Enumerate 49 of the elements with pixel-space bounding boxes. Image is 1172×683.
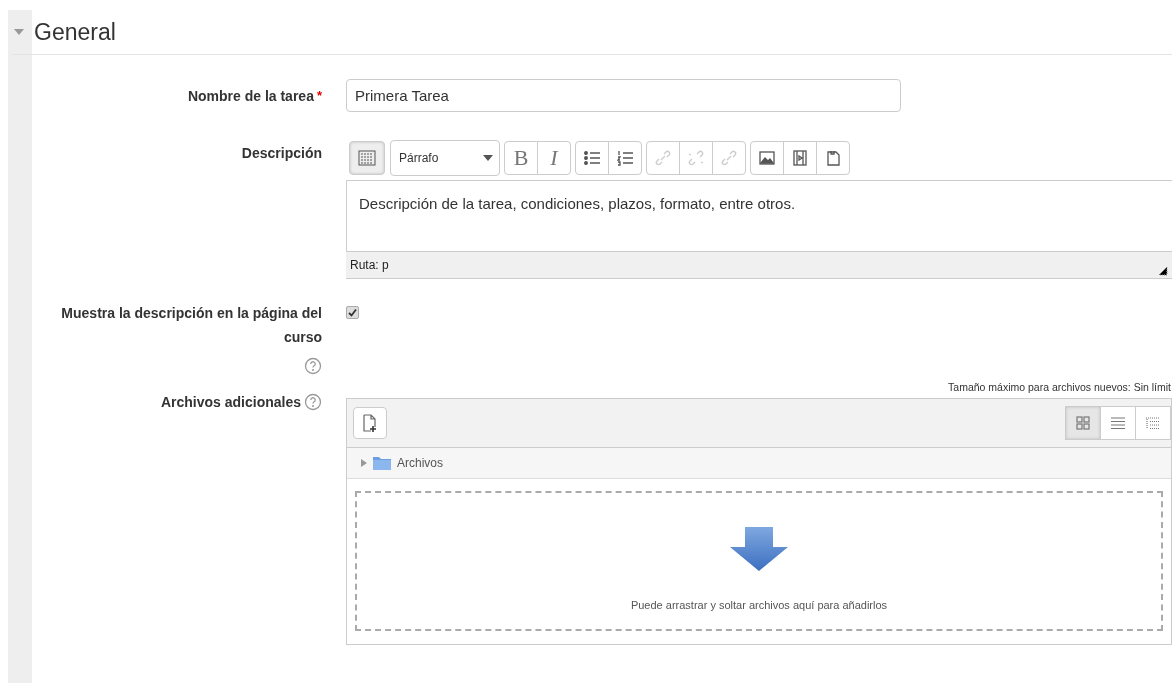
toolbar-toggle-button[interactable]	[349, 141, 385, 175]
tree-view-button[interactable]	[1135, 406, 1171, 440]
media-button[interactable]	[783, 141, 817, 175]
italic-button[interactable]: I	[537, 141, 571, 175]
collapse-caret-icon[interactable]	[14, 29, 24, 35]
bullets-button[interactable]	[575, 141, 609, 175]
section-title[interactable]: General	[34, 18, 116, 46]
field-label: Descripción	[241, 145, 322, 161]
list-view-icon	[1110, 415, 1126, 431]
format-dropdown[interactable]: Párrafo	[390, 140, 500, 176]
drop-zone[interactable]: Puede arrastrar y soltar archivos aquí para añadirlos	[355, 491, 1163, 631]
task-name-field[interactable]: Primera Tarea	[346, 79, 901, 112]
paste-icon	[824, 149, 842, 167]
expand-arrow-icon[interactable]	[361, 459, 367, 467]
resize-grip-icon[interactable]	[1158, 266, 1168, 276]
description-editor[interactable]: Descripción de la tarea, condiciones, plazos, formato, entre otros.	[346, 180, 1172, 252]
paste-button[interactable]	[816, 141, 850, 175]
bullets-icon	[583, 149, 601, 167]
field-label: Nombre de la tarea	[187, 87, 314, 104]
image-button[interactable]	[750, 141, 784, 175]
max-size-text: Tamaño máximo para archivos nuevos: Sin límit	[948, 381, 1171, 393]
folder-name[interactable]: Archivos	[397, 456, 443, 470]
editor-text: Descripción de la tarea, condiciones, plazos, formato, entre otros.	[359, 195, 796, 212]
media-icon	[791, 149, 809, 167]
help-icon[interactable]	[304, 357, 322, 375]
field-label: Muestra la descripción en la página del curso	[60, 304, 322, 347]
icons-view-button[interactable]	[1065, 406, 1101, 440]
caret-icon	[483, 155, 493, 161]
checkbox[interactable]	[346, 306, 359, 319]
folder-icon	[373, 456, 391, 470]
list-view-button[interactable]	[1100, 406, 1136, 440]
field-label: Archivos adicionales	[160, 394, 301, 410]
tree-view-icon	[1145, 415, 1161, 431]
add-file-button[interactable]	[353, 407, 387, 439]
numbers-button[interactable]	[608, 141, 642, 175]
required-mark: *	[316, 88, 322, 103]
numbers-icon	[616, 149, 634, 167]
help-icon[interactable]	[304, 393, 322, 411]
link-icon	[654, 149, 672, 167]
path-text: Ruta: p	[350, 258, 389, 272]
bold-button[interactable]: B	[504, 141, 538, 175]
unlink-icon	[687, 149, 705, 167]
icons-view-icon	[1075, 415, 1091, 431]
down-arrow-icon	[730, 527, 788, 571]
drop-hint-text: Puede arrastrar y soltar archivos aquí para añadirlos	[630, 599, 888, 611]
add-file-icon	[362, 414, 378, 432]
keyboard-icon	[358, 150, 376, 166]
image-icon	[758, 149, 776, 167]
link-icon	[720, 149, 738, 167]
